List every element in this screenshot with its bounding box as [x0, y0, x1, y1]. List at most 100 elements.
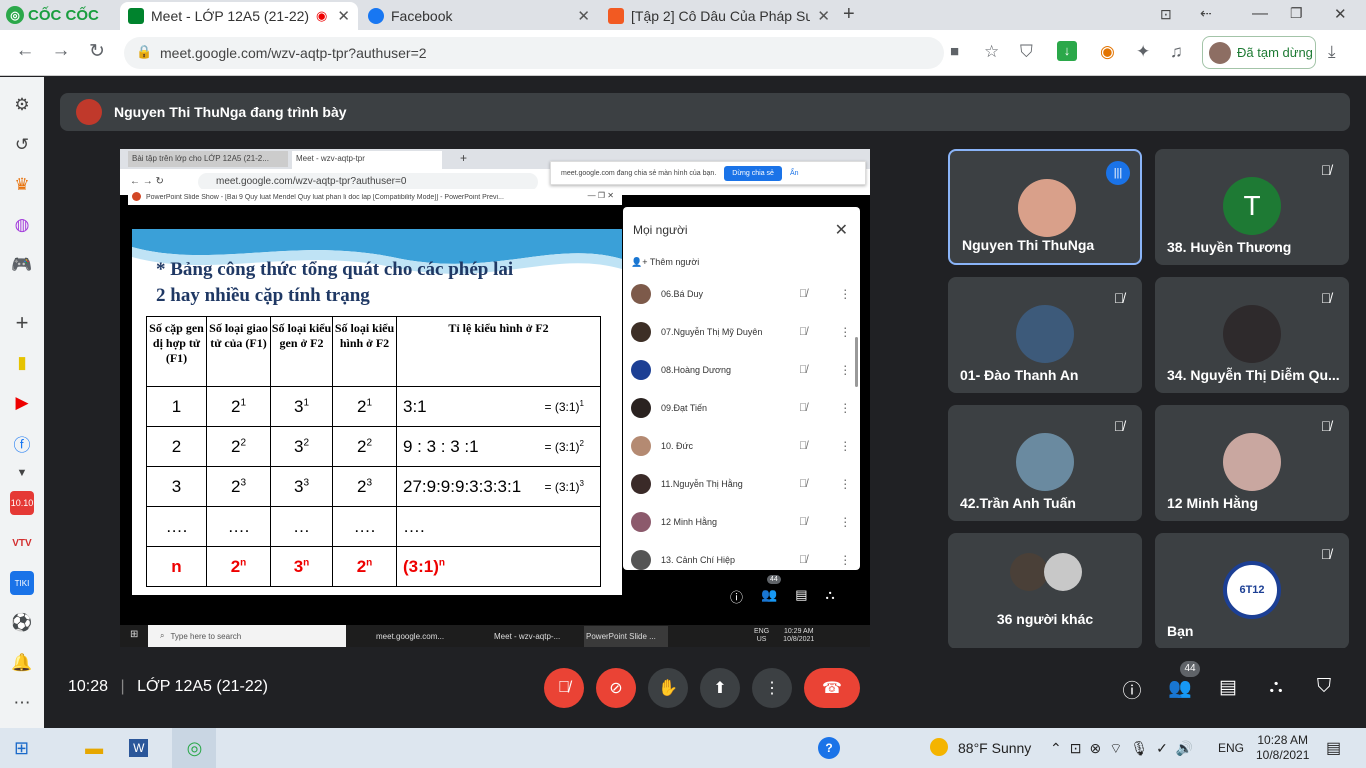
vtv-icon[interactable]: VTV — [10, 531, 34, 555]
table-cell: 22 — [206, 426, 271, 467]
table-row: 2 22 32 22 9 : 3 : 3 :1 = (3:1)2 — [146, 426, 601, 467]
help-icon[interactable]: ? — [818, 737, 840, 759]
shield-icon[interactable]: ⛉ — [1020, 42, 1033, 62]
shopee-icon[interactable]: 10.10 — [10, 491, 34, 515]
cell-exponent: 1 — [240, 396, 247, 408]
search-placeholder: Type here to search — [170, 631, 242, 641]
back-tab-icon[interactable]: ⇠ — [1200, 5, 1212, 22]
close-icon[interactable]: ✕ — [337, 7, 350, 25]
crown-icon[interactable]: ♛ — [10, 173, 34, 197]
youtube-icon[interactable]: ▶ — [10, 391, 34, 415]
coccoc-logo[interactable]: ◎ CỐC CỐC — [6, 5, 99, 25]
mic-off-icon: 🎙̸ — [558, 679, 570, 696]
ppt-title-bar: PowerPoint Slide Show - [Bai 9 Quy luat … — [128, 189, 622, 205]
more-options-button[interactable]: ⋮ — [752, 668, 792, 708]
avatar — [1223, 305, 1281, 363]
windows-start-icon[interactable]: ⊞ — [14, 738, 29, 759]
soccer-icon[interactable]: ⚽ — [10, 611, 34, 635]
avatar — [631, 398, 651, 418]
present-button[interactable]: ⬆ — [700, 668, 740, 708]
participant-count-badge: 44 — [1180, 661, 1200, 677]
raise-hand-button[interactable]: ✋ — [648, 668, 688, 708]
participant-tile[interactable]: 6T12 Bạn 🎙̸ — [1155, 533, 1349, 649]
chat-icon[interactable]: ▤ — [1215, 676, 1241, 699]
add-icon[interactable]: + — [10, 310, 34, 335]
hand-icon: ✋ — [658, 680, 678, 697]
back-arrow-icon[interactable]: ← — [12, 40, 38, 62]
windows-start-icon: ⊞ — [130, 629, 139, 640]
speaking-icon: ||| — [1106, 161, 1130, 185]
window-close-icon[interactable]: ✕ — [1334, 5, 1347, 23]
camera-off-icon: ⊘ — [609, 680, 623, 697]
tab-facebook[interactable]: Facebook ✕ — [360, 2, 598, 30]
gamepad-icon[interactable]: 🎮 — [10, 253, 34, 277]
tray-icons[interactable]: ⌃⊡⊗⌔🎙✓🔊 — [1050, 740, 1201, 758]
chevron-down-icon[interactable]: ▼ — [10, 461, 34, 485]
activities-icon[interactable]: ⛬ — [1263, 676, 1289, 698]
mic-off-button[interactable]: 🎙̸ — [544, 668, 584, 708]
tab-video[interactable]: [Tập 2] Cô Dâu Của Pháp Sư ✕ — [600, 2, 838, 30]
settings-gear-icon[interactable]: ⚙ — [10, 93, 34, 117]
facebook-icon[interactable]: ⓕ — [10, 431, 34, 455]
sun-icon — [930, 738, 948, 756]
leave-call-button[interactable]: ☎ — [804, 668, 860, 708]
participant-name: 09.Đạt Tiến — [661, 403, 708, 413]
bell-icon[interactable]: 🔔 — [10, 651, 34, 675]
logo-text: 6T12 — [1239, 584, 1265, 596]
close-icon[interactable]: ✕ — [577, 7, 590, 25]
table-cell: 2n — [332, 546, 397, 587]
file-explorer-icon[interactable]: ▬ — [85, 738, 103, 759]
participant-tile[interactable]: 36 người khác — [948, 533, 1142, 649]
history-icon[interactable]: ↺ — [10, 133, 34, 157]
chrome-icon[interactable]: ◉ — [1100, 42, 1115, 62]
avatar: 6T12 — [1223, 561, 1281, 619]
url-bar[interactable]: 🔒 meet.google.com/wzv-aqtp-tpr?authuser=… — [124, 37, 959, 69]
forward-arrow-icon[interactable]: → — [48, 40, 74, 62]
coccoc-taskbar-icon[interactable]: ◎ — [172, 728, 217, 768]
participant-tile[interactable]: Nguyen Thi ThuNga ||| — [948, 149, 1142, 265]
download-icon[interactable]: ↓ — [1057, 41, 1077, 61]
table-cell: …. — [396, 506, 601, 547]
participant-tile[interactable]: 34. Nguyễn Thị Diễm Qu... 🎙̸ — [1155, 277, 1349, 393]
info-icon[interactable]: ⓘ — [1119, 676, 1145, 703]
reload-icon[interactable]: ↻ — [84, 40, 110, 63]
meet-icon — [128, 8, 144, 24]
people-icon[interactable]: 👥 — [1167, 676, 1193, 700]
tiki-icon[interactable]: TIKI — [10, 571, 34, 595]
music-icon[interactable]: ♫ — [1170, 42, 1183, 62]
more-icon[interactable]: ⋯ — [10, 691, 34, 715]
people-panel-title: Mọi người — [633, 223, 688, 237]
participant-tile[interactable]: 01- Đào Thanh An 🎙̸ — [948, 277, 1142, 393]
powerpoint-icon — [132, 192, 141, 201]
host-controls-shield-icon[interactable]: ⛉ — [1311, 676, 1337, 698]
nav-icons: ← → ↻ — [130, 176, 164, 187]
weather-text[interactable]: 88°F Sunny — [958, 740, 1031, 756]
participant-tile[interactable]: 42.Trần Anh Tuấn 🎙̸ — [948, 405, 1142, 521]
more-vert-icon: ⋮ — [839, 439, 852, 453]
bookmark-star-icon[interactable]: ☆ — [984, 42, 999, 62]
word-icon[interactable]: W — [129, 739, 149, 757]
camera-off-button[interactable]: ⊘ — [596, 668, 636, 708]
camera-icon[interactable]: ■ — [950, 43, 959, 60]
participant-name: 10. Đức — [661, 441, 694, 451]
minimize-icon[interactable]: — — [1252, 5, 1268, 23]
participant-tile[interactable]: T 38. Huyền Thương 🎙̸ — [1155, 149, 1349, 265]
restore-icon[interactable]: ❐ — [1290, 5, 1303, 22]
input-language[interactable]: ENG — [1218, 741, 1244, 755]
profile-paused-button[interactable]: Đã tạm dừng — [1202, 36, 1316, 69]
notes-icon[interactable]: ▮ — [10, 351, 34, 375]
tab-label: Facebook — [391, 8, 453, 24]
extensions-icon[interactable]: ✦ — [1136, 42, 1150, 62]
downloads-tray-icon[interactable]: ⤓ — [1328, 42, 1336, 62]
column-header: Tỉ lệ kiểu hình ở F2 — [396, 316, 601, 387]
notifications-icon[interactable]: ▤ — [1326, 738, 1341, 758]
participant-tile[interactable]: 12 Minh Hằng 🎙̸ — [1155, 405, 1349, 521]
tab-search-icon[interactable]: ⊡ — [1160, 6, 1172, 23]
cell-value: …. — [403, 516, 425, 536]
close-icon[interactable]: ✕ — [817, 7, 830, 25]
participant-row: 06.Bá Duy 🎙̸ ⋮ — [623, 275, 853, 313]
tab-meet[interactable]: Meet - LỚP 12A5 (21-22) ◉ ✕ — [120, 2, 358, 30]
new-tab-plus-icon[interactable]: + — [843, 3, 855, 26]
messenger-icon[interactable]: ◍ — [10, 213, 34, 237]
column-header: Số loại kiểu gen ở F2 — [270, 316, 333, 387]
